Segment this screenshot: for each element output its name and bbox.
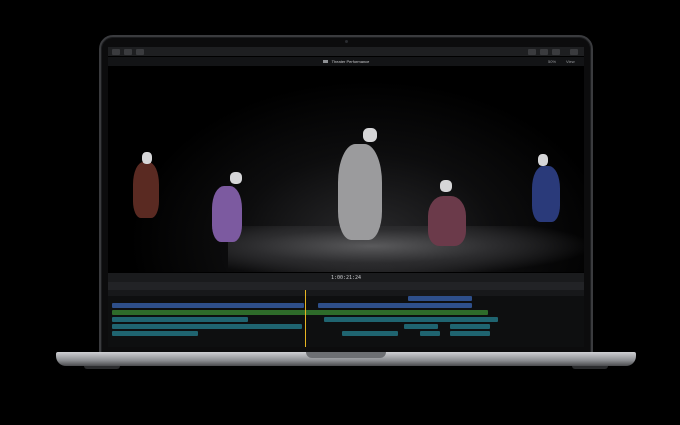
- performer-mask: [440, 180, 452, 192]
- timeline-clip[interactable]: [342, 331, 398, 336]
- timeline-toggle-button[interactable]: [540, 49, 548, 55]
- performer-figure: [338, 144, 382, 240]
- performer-figure: [133, 162, 159, 218]
- timeline-clip[interactable]: [408, 296, 472, 301]
- timeline-clip[interactable]: [450, 324, 490, 329]
- transport-bar: 1:00:21:24: [108, 272, 584, 282]
- laptop-stage: Theater Performance 50% View 1:00:21:24: [0, 0, 680, 425]
- performer-mask: [142, 152, 152, 164]
- timeline-clip[interactable]: [420, 331, 440, 336]
- share-button[interactable]: [570, 49, 578, 55]
- clapper-icon: [322, 60, 328, 63]
- zoom-menu[interactable]: 50%: [548, 59, 556, 64]
- performer-figure: [532, 166, 560, 222]
- performer-mask: [230, 172, 242, 184]
- timeline[interactable]: [108, 296, 584, 347]
- timeline-clip[interactable]: [112, 317, 248, 322]
- video-viewer[interactable]: [108, 66, 584, 272]
- playhead[interactable]: [305, 290, 306, 347]
- timecode-display[interactable]: 1:00:21:24: [108, 275, 584, 281]
- laptop-foot: [84, 366, 120, 369]
- camera-icon: [345, 40, 348, 43]
- performer-mask: [538, 154, 548, 166]
- browser-toggle-button[interactable]: [528, 49, 536, 55]
- viewer-header: Theater Performance 50% View: [108, 57, 584, 66]
- performer-figure: [428, 196, 466, 246]
- timeline-clip[interactable]: [324, 317, 498, 322]
- stage-rocks: [228, 226, 584, 272]
- timeline-clip[interactable]: [112, 303, 304, 308]
- view-menu[interactable]: View: [566, 59, 575, 64]
- timeline-clip[interactable]: [112, 310, 488, 315]
- timeline-clip[interactable]: [318, 303, 472, 308]
- background-tasks-button[interactable]: [136, 49, 144, 55]
- timeline-clip[interactable]: [112, 331, 198, 336]
- inspector-toggle-button[interactable]: [552, 49, 560, 55]
- timeline-clip[interactable]: [112, 324, 302, 329]
- performer-figure: [212, 186, 242, 242]
- app-toolbar: [108, 47, 584, 57]
- laptop-notch: [306, 352, 386, 358]
- keywords-button[interactable]: [124, 49, 132, 55]
- timeline-clip[interactable]: [450, 331, 490, 336]
- viewer-title: Theater Performance: [108, 59, 584, 64]
- timeline-clip[interactable]: [404, 324, 438, 329]
- laptop-foot: [572, 366, 608, 369]
- import-button[interactable]: [112, 49, 120, 55]
- performer-mask: [363, 128, 377, 142]
- laptop-screen: Theater Performance 50% View 1:00:21:24: [108, 47, 584, 347]
- timeline-header: [108, 282, 584, 290]
